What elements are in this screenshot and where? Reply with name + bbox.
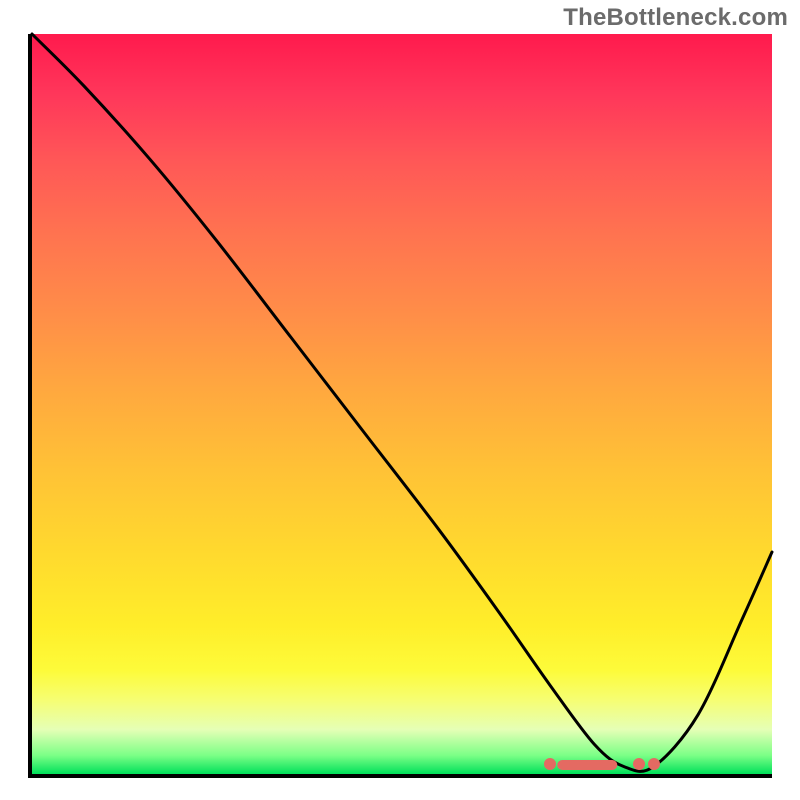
chart-container: TheBottleneck.com <box>0 0 800 800</box>
watermark-text: TheBottleneck.com <box>563 4 788 32</box>
bottleneck-curve <box>32 34 772 774</box>
plot-area <box>28 34 772 778</box>
